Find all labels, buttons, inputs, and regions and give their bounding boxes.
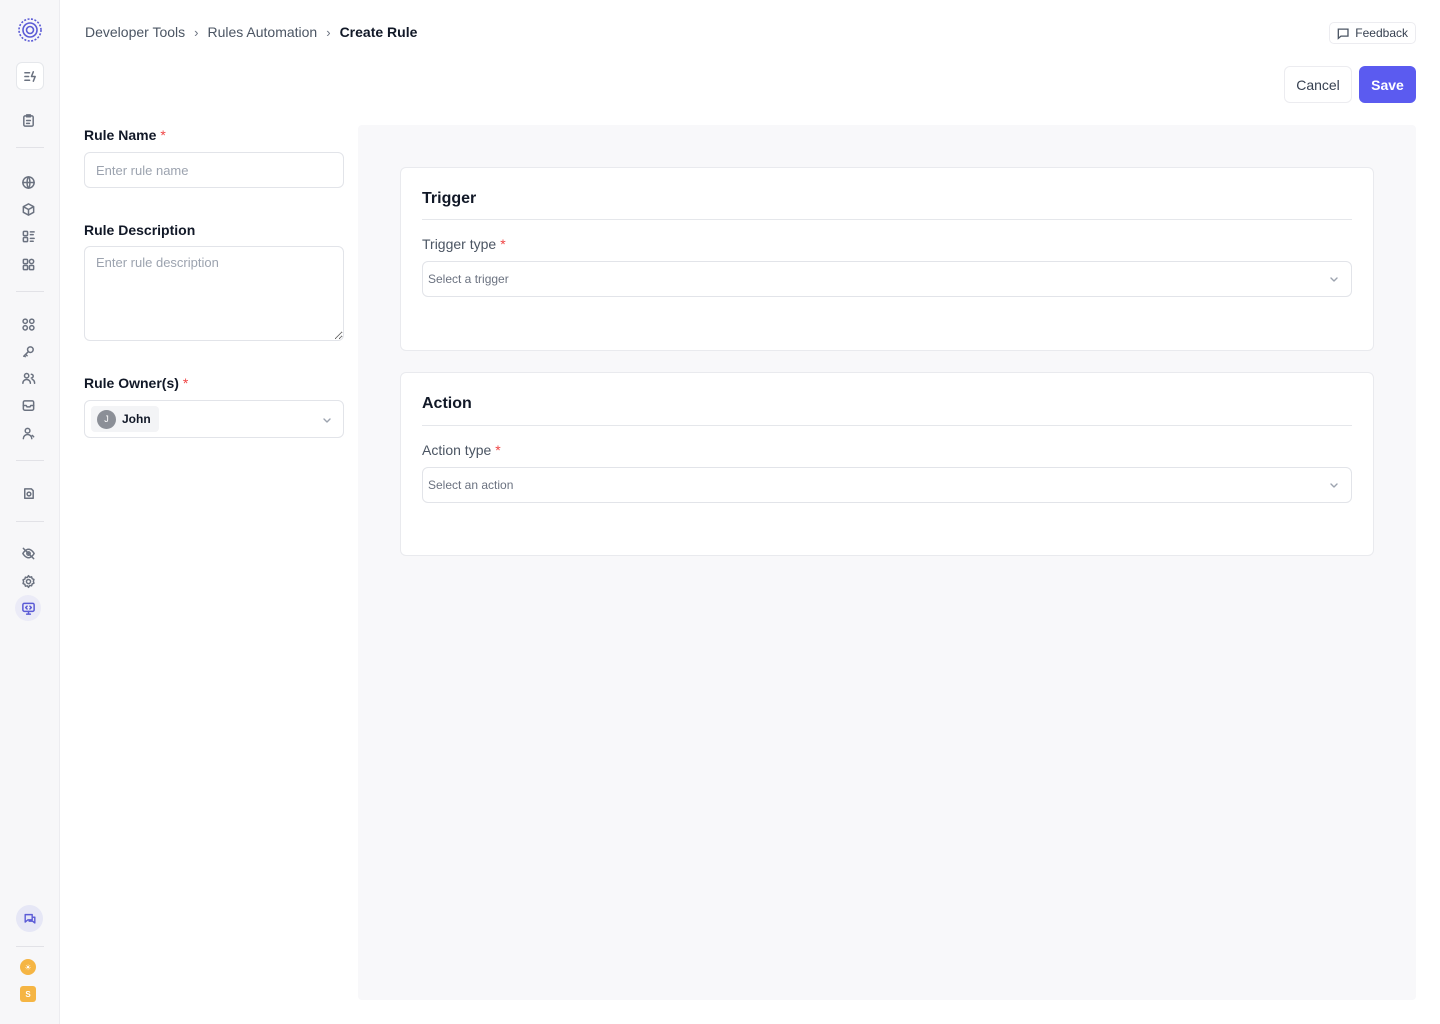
breadcrumb-rules-automation[interactable]: Rules Automation bbox=[207, 24, 317, 40]
chevron-down-icon bbox=[1330, 277, 1338, 282]
sidebar-divider bbox=[16, 291, 44, 292]
feedback-button[interactable]: Feedback bbox=[1329, 22, 1416, 44]
chevron-down-icon bbox=[1330, 483, 1338, 488]
required-marker: * bbox=[495, 442, 501, 458]
rule-name-label-text: Rule Name bbox=[84, 127, 157, 143]
save-button[interactable]: Save bbox=[1359, 66, 1416, 103]
trigger-type-select[interactable]: Select a trigger bbox=[422, 261, 1352, 297]
app-logo-icon[interactable] bbox=[17, 17, 43, 43]
trigger-type-label-text: Trigger type bbox=[422, 236, 497, 252]
vault-icon bbox=[23, 487, 34, 499]
sidebar-toggle-button[interactable] bbox=[16, 62, 44, 90]
user-avatar[interactable]: S bbox=[20, 986, 36, 1002]
sidebar-item-privacy[interactable] bbox=[17, 542, 39, 564]
team-icon bbox=[21, 372, 35, 384]
sidebar-item-package[interactable] bbox=[17, 198, 39, 220]
trigger-placeholder: Select a trigger bbox=[428, 272, 509, 286]
sidebar: ☀ S bbox=[0, 0, 60, 1024]
package-icon bbox=[22, 202, 34, 216]
breadcrumb-developer-tools[interactable]: Developer Tools bbox=[85, 24, 185, 40]
key-icon bbox=[22, 345, 34, 357]
eye-off-icon bbox=[21, 547, 35, 559]
cancel-button[interactable]: Cancel bbox=[1284, 66, 1352, 103]
message-square-icon bbox=[1337, 27, 1349, 40]
sidebar-item-apps[interactable] bbox=[17, 313, 39, 335]
action-title: Action bbox=[422, 395, 472, 412]
inbox-icon bbox=[22, 399, 34, 411]
rule-owners-select[interactable]: J John bbox=[84, 400, 344, 438]
trigger-type-label: Trigger type * bbox=[422, 236, 506, 252]
organization-avatar[interactable]: ☀ bbox=[20, 959, 36, 975]
sidebar-divider bbox=[16, 147, 44, 148]
rule-name-input[interactable] bbox=[84, 152, 344, 188]
sidebar-item-grid[interactable] bbox=[17, 253, 39, 275]
sidebar-divider bbox=[16, 521, 44, 522]
user-icon bbox=[22, 427, 34, 439]
breadcrumb-chevron-icon: › bbox=[194, 24, 199, 40]
sidebar-item-globe[interactable] bbox=[17, 171, 39, 193]
page-title: Create Rule bbox=[339, 24, 418, 40]
sidebar-item-clipboard[interactable] bbox=[17, 109, 39, 131]
sidebar-divider bbox=[16, 460, 44, 461]
breadcrumb-chevron-icon: › bbox=[326, 24, 331, 40]
sidebar-item-inbox[interactable] bbox=[17, 394, 39, 416]
rule-name-label: Rule Name * bbox=[84, 127, 166, 143]
required-marker: * bbox=[160, 127, 166, 143]
breadcrumb: Developer Tools › Rules Automation › Cre… bbox=[85, 24, 417, 40]
sidebar-item-settings[interactable] bbox=[17, 570, 39, 592]
trigger-card: Trigger Trigger type * Select a trigger bbox=[400, 167, 1374, 351]
trigger-title: Trigger bbox=[422, 190, 477, 207]
apps-icon bbox=[21, 317, 35, 331]
chat-icon bbox=[23, 913, 36, 924]
rule-owners-label-text: Rule Owner(s) bbox=[84, 375, 179, 391]
owner-chip[interactable]: J John bbox=[91, 406, 159, 432]
lightning-list-icon bbox=[23, 70, 36, 82]
action-type-label: Action type * bbox=[422, 442, 501, 458]
globe-icon bbox=[21, 175, 35, 189]
sidebar-item-keys[interactable] bbox=[17, 340, 39, 362]
gear-icon bbox=[21, 574, 35, 588]
feedback-label: Feedback bbox=[1355, 26, 1408, 40]
clipboard-icon bbox=[22, 113, 34, 127]
required-marker: * bbox=[182, 375, 189, 391]
action-card: Action Action type * Select an action bbox=[400, 372, 1374, 556]
sidebar-item-team[interactable] bbox=[17, 367, 39, 389]
rule-owners-label: Rule Owner(s) * bbox=[84, 375, 188, 391]
rule-description-label: Rule Description bbox=[84, 222, 196, 238]
action-type-select[interactable]: Select an action bbox=[422, 467, 1352, 503]
divider bbox=[422, 425, 1352, 426]
required-marker: * bbox=[500, 236, 506, 252]
chat-support-button[interactable] bbox=[16, 905, 43, 932]
rule-description-textarea[interactable] bbox=[84, 246, 344, 341]
sidebar-item-user[interactable] bbox=[17, 422, 39, 444]
owner-name: John bbox=[122, 412, 151, 426]
sidebar-item-developer-tools[interactable] bbox=[15, 595, 41, 621]
monitor-code-icon bbox=[21, 602, 35, 615]
action-placeholder: Select an action bbox=[428, 478, 514, 492]
chevron-down-icon bbox=[323, 418, 331, 423]
grid-icon bbox=[22, 258, 34, 270]
divider bbox=[422, 219, 1352, 220]
avatar: J bbox=[97, 409, 116, 429]
sidebar-divider bbox=[16, 946, 44, 947]
action-type-label-text: Action type bbox=[422, 442, 492, 458]
sidebar-item-components[interactable] bbox=[17, 225, 39, 247]
components-icon bbox=[22, 230, 35, 242]
sidebar-item-secure-vault[interactable] bbox=[17, 482, 39, 504]
